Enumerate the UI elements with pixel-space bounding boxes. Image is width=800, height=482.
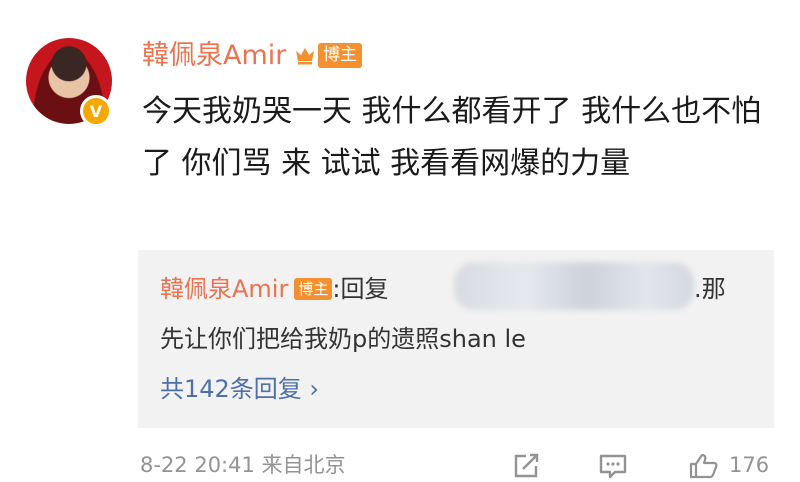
reply-quote-box[interactable]: 韓佩泉Amir 博主:回复 .那 先让你们把给我奶p的遗照shan le 共142… [138,250,774,428]
like-icon[interactable] [688,453,720,479]
post-username[interactable]: 韓佩泉Amir [142,36,286,76]
blurred-username [454,262,694,310]
reply-prefix: :回复 [332,275,389,303]
like-count: 176 [729,453,770,477]
comment-icon[interactable] [598,453,628,479]
blogger-badge: 博主 [318,43,362,68]
post-time-source: 8-22 20:41 来自北京 [140,453,346,477]
crown-icon [296,48,314,65]
reply-header: 韓佩泉Amir 博主:回复 [160,269,388,309]
reply-text: 先让你们把给我奶p的遗照shan le [160,325,526,353]
reply-username[interactable]: 韓佩泉Amir [160,275,288,303]
post-text: 今天我奶哭一天 我什么都看开了 我什么也不怕了 你们骂 来 试试 我看看网爆的力… [142,94,762,181]
reply-blogger-badge: 博主 [294,278,333,300]
share-icon[interactable] [512,453,540,479]
post-footer: 8-22 20:41 来自北京 176 [140,448,780,482]
more-replies-link[interactable]: 共142条回复 › [160,369,319,409]
verified-v-icon: V [80,95,112,127]
reply-suffix: .那 [694,275,726,303]
